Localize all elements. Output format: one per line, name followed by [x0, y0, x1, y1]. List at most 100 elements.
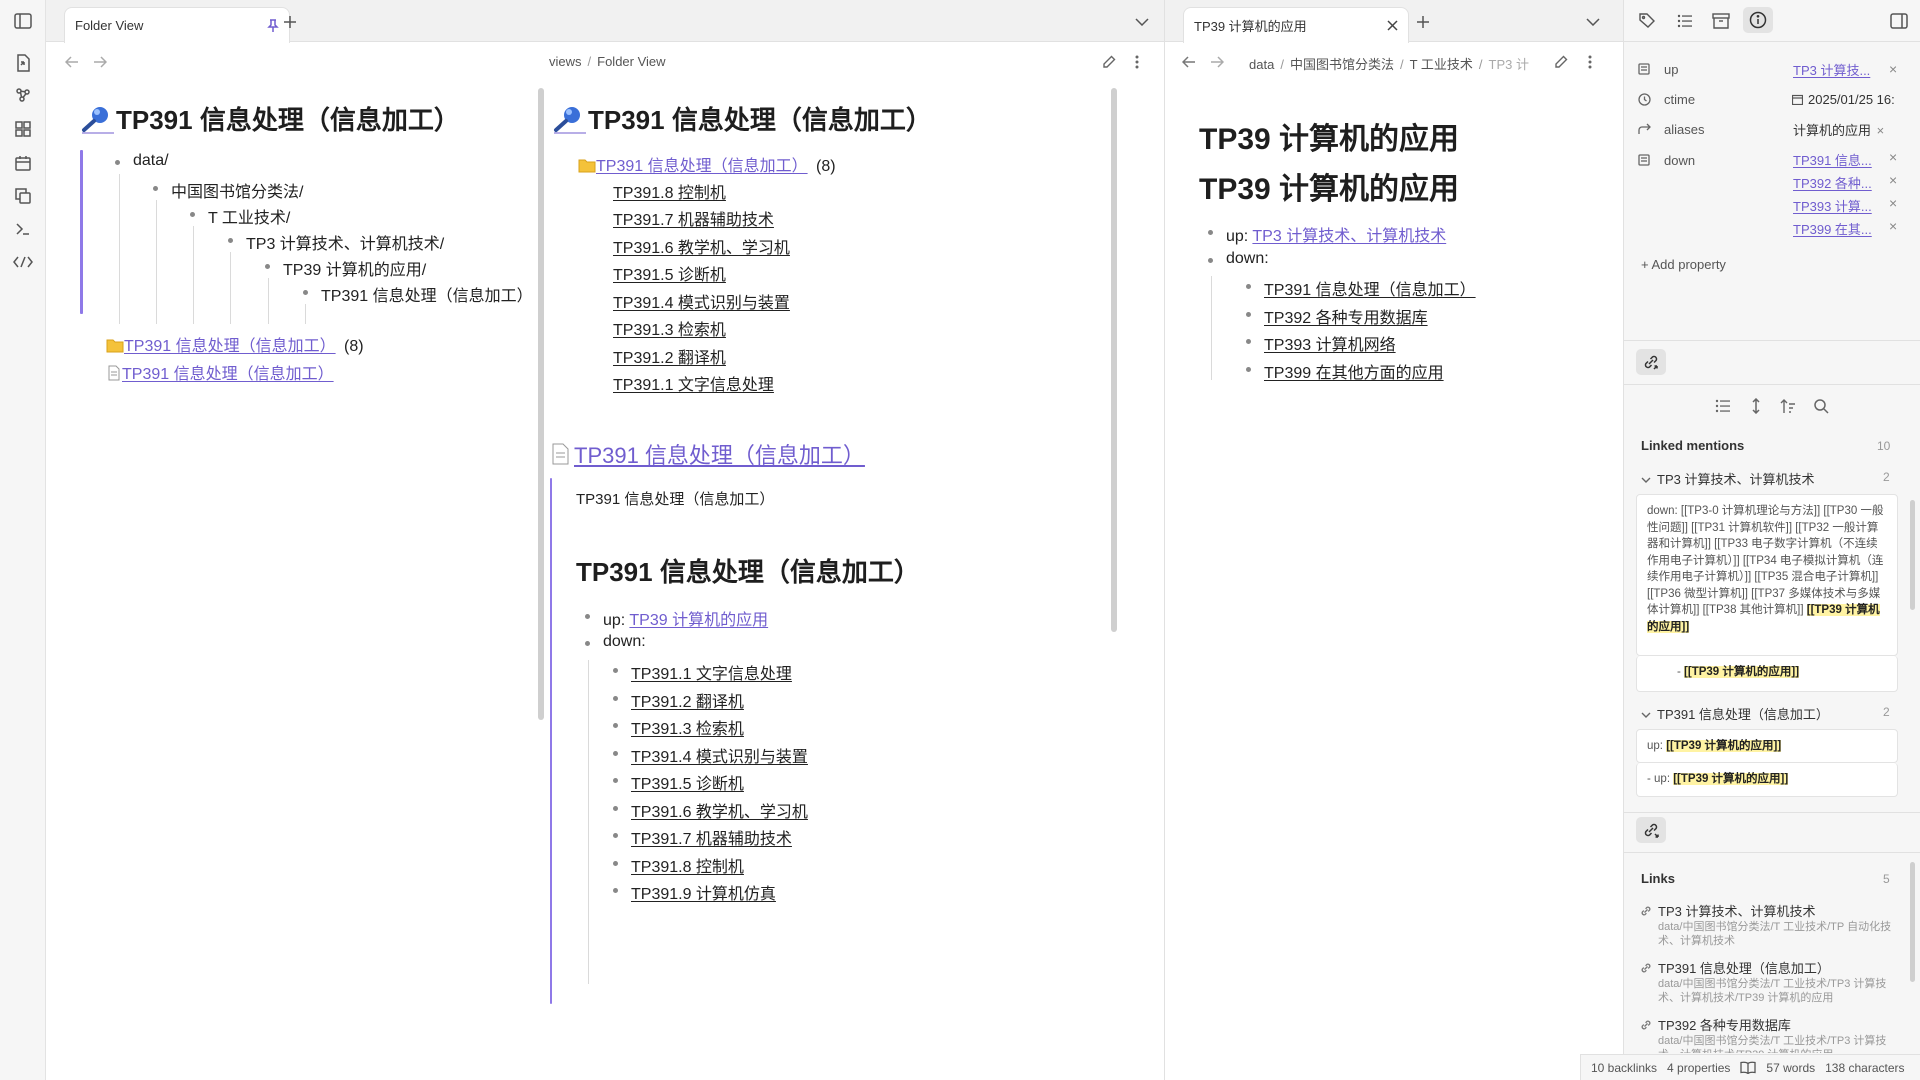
- graph-view-icon[interactable]: [12, 84, 34, 106]
- mention-group-header[interactable]: TP3 计算技术、计算机技术: [1641, 469, 1814, 488]
- tab-folder-view[interactable]: Folder View: [64, 7, 290, 43]
- terminal-icon[interactable]: [12, 218, 34, 240]
- tab-tp39[interactable]: TP39 计算机的应用: [1183, 7, 1409, 43]
- forward-arrow-icon[interactable]: [92, 54, 108, 70]
- pin-icon[interactable]: [267, 18, 279, 33]
- sidebar-scrollbar[interactable]: [1910, 862, 1915, 982]
- property-value-link[interactable]: TP399 在其...: [1793, 219, 1872, 238]
- remove-icon[interactable]: ×: [1889, 61, 1897, 77]
- property-value-link[interactable]: TP392 各种...: [1793, 173, 1872, 192]
- folder-item-link[interactable]: TP391.1 文字信息处理: [613, 371, 774, 395]
- remove-icon[interactable]: ×: [1877, 123, 1885, 138]
- property-value-link[interactable]: TP3 计算技...: [1793, 60, 1870, 79]
- add-property-button[interactable]: + Add property: [1641, 257, 1726, 272]
- column-scrollbar[interactable]: [538, 88, 544, 720]
- close-tab-icon[interactable]: [1387, 20, 1398, 31]
- property-value[interactable]: 2025/01/25 16:: [1792, 92, 1895, 107]
- folder-item-link[interactable]: TP391.2 翻译机: [613, 344, 726, 368]
- outgoing-links-icon[interactable]: [1636, 817, 1666, 843]
- tags-icon[interactable]: [1637, 10, 1659, 32]
- down-item-link[interactable]: TP391.9 计算机仿真: [613, 880, 776, 904]
- property-value-link[interactable]: TP391 信息...: [1793, 150, 1872, 169]
- forward-arrow-icon[interactable]: [1209, 54, 1225, 70]
- sort-icon[interactable]: [1777, 396, 1799, 416]
- reading-mode-icon[interactable]: [1740, 1061, 1757, 1074]
- down-item-link[interactable]: TP393 计算机网络: [1246, 331, 1396, 355]
- property-up[interactable]: up TP3 计算技... ×: [1636, 56, 1911, 82]
- remove-icon[interactable]: ×: [1889, 218, 1897, 234]
- copy-icon[interactable]: [12, 185, 34, 207]
- down-item-link[interactable]: TP392 各种专用数据库: [1246, 304, 1428, 328]
- up-link[interactable]: TP3 计算技术、计算机技术: [1252, 228, 1446, 245]
- outgoing-link-item[interactable]: TP392 各种专用数据库 data/中国图书馆分类法/T 工业技术/TP3 计…: [1640, 1015, 1902, 1053]
- remove-icon[interactable]: ×: [1889, 172, 1897, 188]
- info-icon[interactable]: [1743, 7, 1773, 33]
- folder-link[interactable]: TP391 信息处理（信息加工）: [124, 338, 336, 355]
- calendar-icon[interactable]: [12, 152, 34, 174]
- folder-item-link[interactable]: TP391.4 模式识别与装置: [613, 289, 790, 313]
- mention-card[interactable]: down: [[TP3-0 计算机理论与方法]] [[TP30 一般性问题]] …: [1636, 494, 1898, 656]
- search-icon[interactable]: [1810, 396, 1832, 416]
- more-options-icon[interactable]: [1129, 53, 1145, 71]
- breadcrumb-item[interactable]: data: [1249, 57, 1274, 72]
- templater-icon[interactable]: [12, 251, 34, 273]
- outline-list-icon[interactable]: [1674, 10, 1696, 32]
- remove-icon[interactable]: ×: [1889, 195, 1897, 211]
- mention-card[interactable]: - up: [[TP39 计算机的应用]]: [1636, 763, 1898, 797]
- down-item-link[interactable]: TP391.2 翻译机: [613, 688, 744, 712]
- open-file-icon[interactable]: [12, 52, 34, 74]
- breadcrumb-item[interactable]: views: [549, 54, 582, 69]
- up-link[interactable]: TP39 计算机的应用: [629, 612, 768, 629]
- down-item-link[interactable]: TP391.7 机器辅助技术: [613, 825, 792, 849]
- canvas-icon[interactable]: [12, 118, 34, 140]
- breadcrumb-item[interactable]: T 工业技术: [1410, 57, 1473, 72]
- down-item-link[interactable]: TP399 在其他方面的应用: [1246, 359, 1444, 383]
- edit-pencil-icon[interactable]: [1100, 53, 1118, 71]
- folder-link[interactable]: TP391 信息处理（信息加工）: [596, 158, 808, 175]
- breadcrumb-item[interactable]: TP3 计: [1489, 57, 1529, 72]
- backlinks-icon[interactable]: [1636, 349, 1666, 375]
- folder-item-link[interactable]: TP391.3 检索机: [613, 316, 726, 340]
- outgoing-link-item[interactable]: TP3 计算技术、计算机技术 data/中国图书馆分类法/T 工业技术/TP 自…: [1640, 901, 1902, 948]
- back-arrow-icon[interactable]: [1181, 54, 1197, 70]
- right-sidebar-toggle-icon[interactable]: [1888, 10, 1910, 32]
- down-item-link[interactable]: TP391 信息处理（信息加工）: [1246, 276, 1476, 300]
- sidebar-toggle-icon[interactable]: [12, 10, 34, 32]
- more-options-icon[interactable]: [1582, 53, 1598, 71]
- collapse-results-icon[interactable]: [1712, 396, 1734, 416]
- property-aliases[interactable]: aliases 计算机的应用 ×: [1636, 116, 1911, 142]
- edit-pencil-icon[interactable]: [1552, 53, 1570, 71]
- breadcrumb-item[interactable]: Folder View: [597, 54, 665, 69]
- expand-context-icon[interactable]: [1745, 396, 1767, 416]
- property-value-link[interactable]: TP393 计算...: [1793, 196, 1872, 215]
- tab-list-chevron-icon[interactable]: [1583, 12, 1603, 32]
- mention-card[interactable]: - [[TP39 计算机的应用]]: [1636, 656, 1898, 692]
- breadcrumb-item[interactable]: 中国图书馆分类法: [1290, 57, 1394, 72]
- down-item-link[interactable]: TP391.4 模式识别与装置: [613, 743, 808, 767]
- backlinks-count[interactable]: 10 backlinks: [1591, 1061, 1657, 1075]
- tab-list-chevron-icon[interactable]: [1132, 12, 1152, 32]
- back-arrow-icon[interactable]: [64, 54, 80, 70]
- mention-group-header[interactable]: TP391 信息处理（信息加工）: [1641, 704, 1829, 723]
- down-item-link[interactable]: TP391.3 检索机: [613, 715, 744, 739]
- property-ctime[interactable]: ctime 2025/01/25 16:: [1636, 86, 1911, 112]
- folder-item-link[interactable]: TP391.5 诊断机: [613, 261, 726, 285]
- property-value-pill[interactable]: 计算机的应用 ×: [1793, 120, 1884, 139]
- file-link[interactable]: TP391 信息处理（信息加工）: [122, 366, 334, 383]
- down-item-link[interactable]: TP391.8 控制机: [613, 853, 744, 877]
- down-item-link[interactable]: TP391.6 教学机、学习机: [613, 798, 808, 822]
- folder-item-link[interactable]: TP391.7 机器辅助技术: [613, 206, 774, 230]
- down-item-link[interactable]: TP391.1 文字信息处理: [613, 660, 792, 684]
- column-scrollbar[interactable]: [1111, 88, 1117, 632]
- down-item-link[interactable]: TP391.5 诊断机: [613, 770, 744, 794]
- folder-item-link[interactable]: TP391.6 教学机、学习机: [613, 234, 790, 258]
- archive-icon[interactable]: [1710, 10, 1732, 32]
- folder-item-link[interactable]: TP391.8 控制机: [613, 179, 726, 203]
- new-tab-icon[interactable]: [1413, 12, 1433, 32]
- outgoing-link-item[interactable]: TP391 信息处理（信息加工） data/中国图书馆分类法/T 工业技术/TP…: [1640, 958, 1902, 1005]
- new-tab-icon[interactable]: [280, 12, 300, 32]
- sidebar-scrollbar[interactable]: [1910, 500, 1915, 610]
- mention-card[interactable]: up: [[TP39 计算机的应用]]: [1636, 729, 1898, 763]
- embed-title-link[interactable]: TP391 信息处理（信息加工）: [574, 438, 865, 470]
- remove-icon[interactable]: ×: [1889, 149, 1897, 165]
